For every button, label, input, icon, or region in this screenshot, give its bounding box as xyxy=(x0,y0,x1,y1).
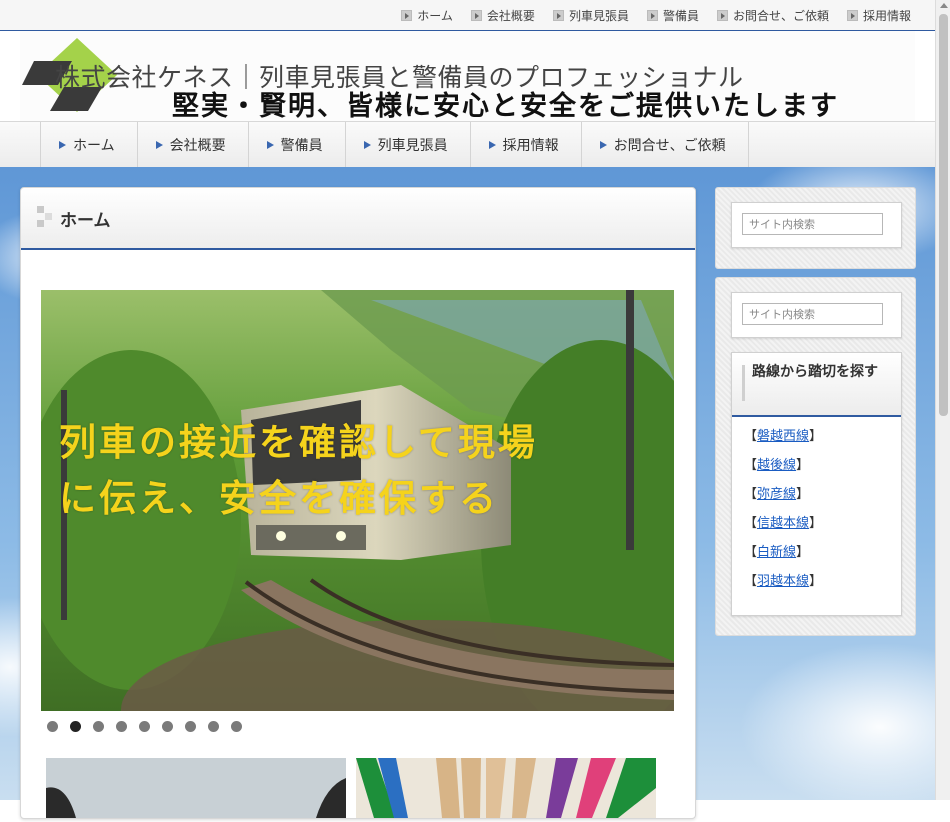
slider-dot[interactable] xyxy=(231,721,242,732)
list-item: 【弥彦線】 xyxy=(744,487,810,502)
site-header: 株式会社ケネス｜列車見張員と警備員のプロフェッショナル 堅実・賢明、皆様に安心と… xyxy=(0,31,935,122)
arrow-icon xyxy=(646,10,658,21)
page-title: ホーム xyxy=(60,211,111,231)
top-links: ホーム 会社概要 列車見張員 警備員 お問合せ、ご依頼 採用情報 xyxy=(383,7,911,24)
slide-caption: 列車の接近を確認して現場 に伝え、安全を確保する xyxy=(59,415,538,527)
top-link-label: 会社概要 xyxy=(486,9,535,23)
line-link-hakushin[interactable]: 白新線 xyxy=(757,545,796,560)
header-banner[interactable]: 株式会社ケネス｜列車見張員と警備員のプロフェッショナル 堅実・賢明、皆様に安心と… xyxy=(20,31,915,122)
nav-item-recruit[interactable]: 採用情報 xyxy=(469,122,581,167)
main-nav: ホーム 会社概要 警備員 列車見張員 採用情報 お問合せ、ご依頼 xyxy=(0,121,935,168)
slider-dot[interactable] xyxy=(162,721,173,732)
arrow-right-icon xyxy=(599,140,607,149)
search-input-2[interactable] xyxy=(742,303,883,325)
nav-label: 警備員 xyxy=(280,137,323,154)
arrow-right-icon xyxy=(266,140,274,149)
slider-dot-active[interactable] xyxy=(70,721,81,732)
top-link-company[interactable]: 会社概要 xyxy=(470,7,535,24)
heading-squares-icon xyxy=(37,206,53,228)
line-link-echigo[interactable]: 越後線 xyxy=(757,458,796,473)
arrow-icon xyxy=(716,10,728,21)
widget-header: 路線から踏切を探す xyxy=(732,353,901,417)
list-item: 【越後線】 xyxy=(744,458,810,473)
search-card-1 xyxy=(731,202,902,248)
nav-label: 列車見張員 xyxy=(377,137,448,154)
slide-caption-line-1: 列車の接近を確認して現場 xyxy=(59,421,538,464)
top-utility-bar: ホーム 会社概要 列車見張員 警備員 お問合せ、ご依頼 採用情報 xyxy=(0,0,935,31)
nav-label: ホーム xyxy=(73,137,115,154)
scrollbar-thumb[interactable] xyxy=(939,14,948,416)
line-link-yahiko[interactable]: 弥彦線 xyxy=(757,487,796,502)
list-item: 【白新線】 xyxy=(744,545,810,560)
feature-image-1-graphic xyxy=(46,758,346,818)
slider-pagination xyxy=(47,721,254,732)
slider-dot[interactable] xyxy=(47,721,58,732)
main-content: ホーム 列車の接近を確認して現場 に伝え、安全を確保する xyxy=(20,187,696,819)
top-link-train-watch[interactable]: 列車見張員 xyxy=(552,7,629,24)
nav-item-home[interactable]: ホーム xyxy=(40,122,137,167)
nav-item-train-watch[interactable]: 列車見張員 xyxy=(344,122,470,167)
top-link-label: 列車見張員 xyxy=(568,9,629,23)
line-list: 【磐越西線】 【越後線】 【弥彦線】 【信越本線】 【白新線】 【羽越本線】 xyxy=(732,417,901,601)
widget-title: 路線から踏切を探す xyxy=(752,364,878,380)
top-link-label: お問合せ、ご依頼 xyxy=(732,9,829,23)
top-link-label: 採用情報 xyxy=(862,9,911,23)
slider-dot[interactable] xyxy=(185,721,196,732)
feature-image-2[interactable] xyxy=(356,758,656,818)
page-scrollbar[interactable] xyxy=(935,0,950,800)
arrow-icon xyxy=(846,10,858,21)
line-link-banetsu-west[interactable]: 磐越西線 xyxy=(757,429,809,444)
list-item: 【磐越西線】 xyxy=(744,429,823,444)
feature-image-2-graphic xyxy=(356,758,656,818)
nav-label: 採用情報 xyxy=(502,137,559,154)
line-link-shinetsu-main[interactable]: 信越本線 xyxy=(757,516,809,531)
nav-item-company[interactable]: 会社概要 xyxy=(136,122,248,167)
nav-label: 会社概要 xyxy=(169,137,226,154)
top-link-home[interactable]: ホーム xyxy=(401,7,453,24)
list-item: 【信越本線】 xyxy=(744,516,823,531)
search-card-2 xyxy=(731,292,902,338)
top-link-guard[interactable]: 警備員 xyxy=(646,7,699,24)
top-link-contact[interactable]: お問合せ、ご依頼 xyxy=(716,7,829,24)
nav-label: お問合せ、ご依頼 xyxy=(613,137,726,154)
arrow-right-icon xyxy=(488,140,496,149)
sidebar-search-panel-2: 路線から踏切を探す 【磐越西線】 【越後線】 【弥彦線】 【信越本線】 【白新線… xyxy=(715,277,916,636)
top-link-label: ホーム xyxy=(417,9,453,23)
page-header: ホーム xyxy=(21,188,695,250)
slider-dot[interactable] xyxy=(208,721,219,732)
slider-dot[interactable] xyxy=(116,721,127,732)
slider-dot[interactable] xyxy=(93,721,104,732)
slider-dot[interactable] xyxy=(139,721,150,732)
arrow-right-icon xyxy=(155,140,163,149)
nav-item-contact[interactable]: お問合せ、ご依頼 xyxy=(580,122,749,167)
top-link-label: 警備員 xyxy=(662,9,699,23)
arrow-right-icon xyxy=(59,140,66,149)
line-link-uetsu-main[interactable]: 羽越本線 xyxy=(757,574,809,589)
heading-bar-icon xyxy=(742,365,745,401)
slide-caption-line-2: に伝え、安全を確保する xyxy=(59,477,499,520)
feature-image-1[interactable] xyxy=(46,758,346,818)
arrow-icon xyxy=(401,10,413,21)
sidebar-search-panel-1 xyxy=(715,187,916,269)
arrow-icon xyxy=(470,10,482,21)
nav-item-guard[interactable]: 警備員 xyxy=(247,122,345,167)
scroll-up-icon[interactable] xyxy=(940,3,948,8)
list-item: 【羽越本線】 xyxy=(744,574,823,589)
company-tagline: 堅実・賢明、皆様に安心と安全をご提供いたします xyxy=(172,91,839,122)
top-link-recruit[interactable]: 採用情報 xyxy=(846,7,911,24)
arrow-right-icon xyxy=(363,140,371,149)
hero-slider[interactable]: 列車の接近を確認して現場 に伝え、安全を確保する xyxy=(41,290,674,711)
line-search-widget: 路線から踏切を探す 【磐越西線】 【越後線】 【弥彦線】 【信越本線】 【白新線… xyxy=(731,352,902,616)
arrow-icon xyxy=(552,10,564,21)
search-input[interactable] xyxy=(742,213,883,235)
